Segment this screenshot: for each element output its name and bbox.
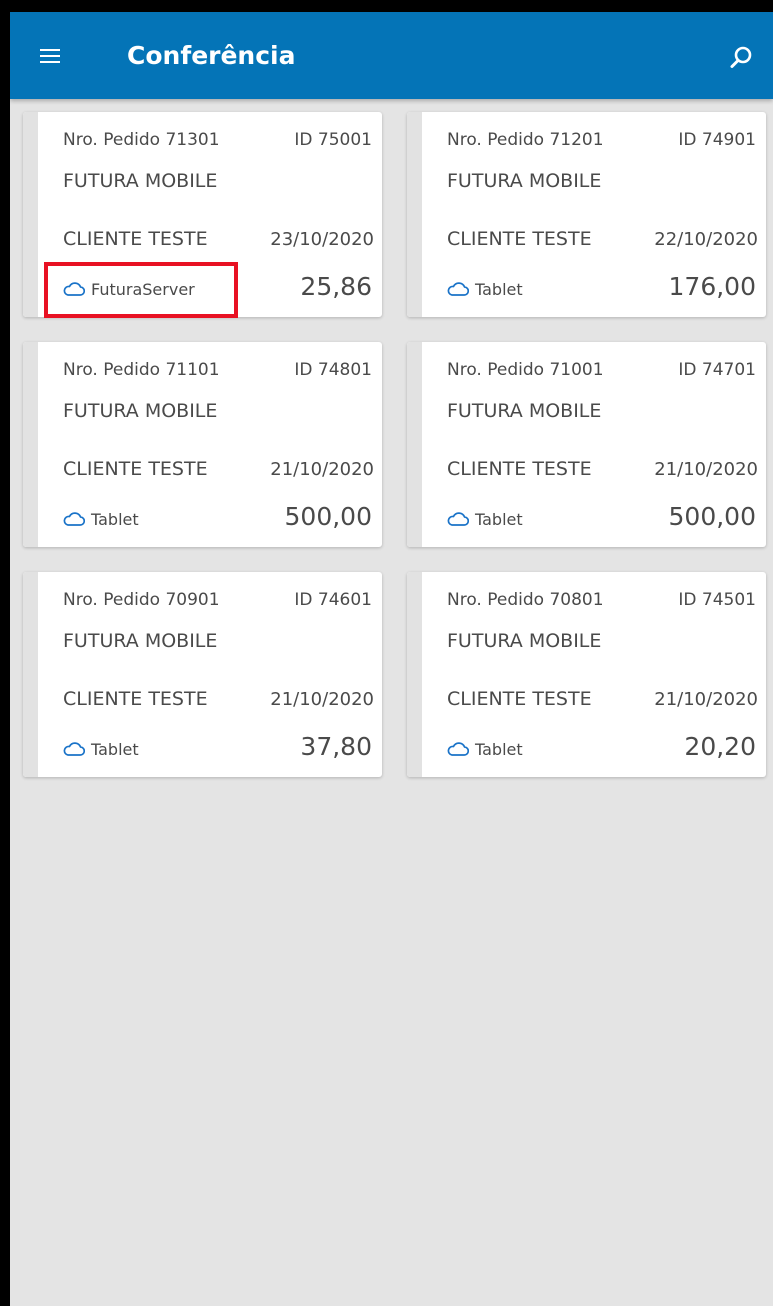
order-card[interactable]: Nro. Pedido 71201 ID 74901 FUTURA MOBILE… [407,112,766,317]
order-id: ID 74801 [294,360,372,380]
order-id: ID 74501 [678,590,756,610]
order-source: Tablet [447,735,523,763]
cloud-icon [63,742,85,756]
client-name: CLIENTE TESTE [447,228,592,250]
order-amount: 500,00 [284,502,372,531]
order-amount: 20,20 [684,732,756,761]
order-id: ID 74701 [678,360,756,380]
order-number: Nro. Pedido 70901 [63,590,220,610]
source-label: Tablet [475,739,523,759]
company-name: FUTURA MOBILE [63,170,218,192]
card-stripe [407,342,422,547]
client-name: CLIENTE TESTE [447,458,592,480]
order-number: Nro. Pedido 70801 [447,590,604,610]
app-screen: Conferência Nro. Pedido 71301 ID 75001 F… [10,12,773,1306]
order-id: ID 74901 [678,130,756,150]
card-stripe [23,112,38,317]
order-number: Nro. Pedido 71301 [63,130,220,150]
order-date: 22/10/2020 [654,229,758,250]
card-stripe [407,112,422,317]
source-label: Tablet [475,279,523,299]
order-source: Tablet [63,505,139,533]
order-card[interactable]: Nro. Pedido 70901 ID 74601 FUTURA MOBILE… [23,572,382,777]
order-amount: 176,00 [668,272,756,301]
order-source: Tablet [447,275,523,303]
order-source: Tablet [63,735,139,763]
order-source: Tablet [447,505,523,533]
order-amount: 25,86 [300,272,372,301]
search-icon[interactable] [723,40,759,76]
source-label: Tablet [475,509,523,529]
company-name: FUTURA MOBILE [447,170,602,192]
order-number: Nro. Pedido 71201 [447,130,604,150]
app-bar: Conferência [10,12,773,99]
page-title: Conferência [127,41,296,70]
device-frame: Conferência Nro. Pedido 71301 ID 75001 F… [0,0,773,1306]
source-label: Tablet [91,509,139,529]
client-name: CLIENTE TESTE [63,228,208,250]
order-source: FuturaServer [63,275,195,303]
order-number: Nro. Pedido 71101 [63,360,220,380]
cloud-icon [63,512,85,526]
card-stripe [407,572,422,777]
cloud-icon [63,282,85,296]
order-card[interactable]: Nro. Pedido 70801 ID 74501 FUTURA MOBILE… [407,572,766,777]
company-name: FUTURA MOBILE [447,630,602,652]
order-card[interactable]: Nro. Pedido 71101 ID 74801 FUTURA MOBILE… [23,342,382,547]
order-date: 21/10/2020 [654,689,758,710]
card-stripe [23,342,38,547]
order-card[interactable]: Nro. Pedido 71001 ID 74701 FUTURA MOBILE… [407,342,766,547]
source-label: FuturaServer [91,279,195,299]
order-date: 21/10/2020 [270,459,374,480]
cloud-icon [447,742,469,756]
order-id: ID 74601 [294,590,372,610]
order-number: Nro. Pedido 71001 [447,360,604,380]
cloud-icon [447,512,469,526]
order-date: 23/10/2020 [270,229,374,250]
order-date: 21/10/2020 [654,459,758,480]
company-name: FUTURA MOBILE [447,400,602,422]
source-label: Tablet [91,739,139,759]
cloud-icon [447,282,469,296]
client-name: CLIENTE TESTE [63,458,208,480]
order-amount: 500,00 [668,502,756,531]
company-name: FUTURA MOBILE [63,630,218,652]
order-date: 21/10/2020 [270,689,374,710]
client-name: CLIENTE TESTE [447,688,592,710]
order-amount: 37,80 [300,732,372,761]
order-card[interactable]: Nro. Pedido 71301 ID 75001 FUTURA MOBILE… [23,112,382,317]
client-name: CLIENTE TESTE [63,688,208,710]
order-id: ID 75001 [294,130,372,150]
menu-icon[interactable] [32,42,68,70]
company-name: FUTURA MOBILE [63,400,218,422]
card-stripe [23,572,38,777]
